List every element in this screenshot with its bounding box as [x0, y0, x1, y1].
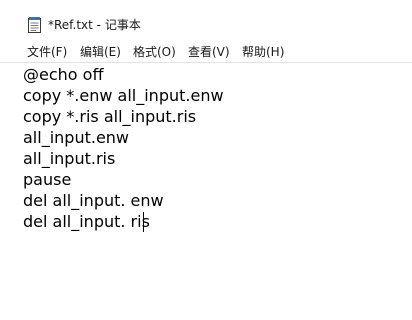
text-line: all_input.ris — [23, 149, 116, 168]
text-line: del all_input. enw — [23, 191, 164, 210]
text-line: all_input.enw — [23, 128, 130, 147]
notepad-window: *Ref.txt - 记事本 文件(F) 编辑(E) 格式(O) 查看(V) 帮… — [0, 0, 412, 320]
menu-help[interactable]: 帮助(H) — [242, 44, 284, 60]
text-caret — [143, 212, 144, 232]
text-line: copy *.ris all_input.ris — [23, 107, 197, 126]
menu-view[interactable]: 查看(V) — [188, 44, 230, 60]
menu-file[interactable]: 文件(F) — [27, 44, 67, 60]
menu-edit[interactable]: 编辑(E) — [80, 44, 121, 60]
notepad-icon — [28, 17, 41, 33]
text-line: @echo off — [23, 65, 104, 84]
text-line: copy *.enw all_input.enw — [23, 86, 224, 105]
menu-format[interactable]: 格式(O) — [133, 44, 176, 60]
text-line: pause — [23, 170, 72, 189]
window-title: *Ref.txt - 记事本 — [48, 18, 141, 32]
menu-bar: 文件(F) 编辑(E) 格式(O) 查看(V) 帮助(H) — [0, 40, 412, 62]
text-line: del all_input. ris — [23, 212, 150, 231]
title-bar[interactable]: *Ref.txt - 记事本 — [0, 0, 412, 40]
text-editor[interactable]: @echo off copy *.enw all_input.enw copy … — [0, 62, 412, 320]
